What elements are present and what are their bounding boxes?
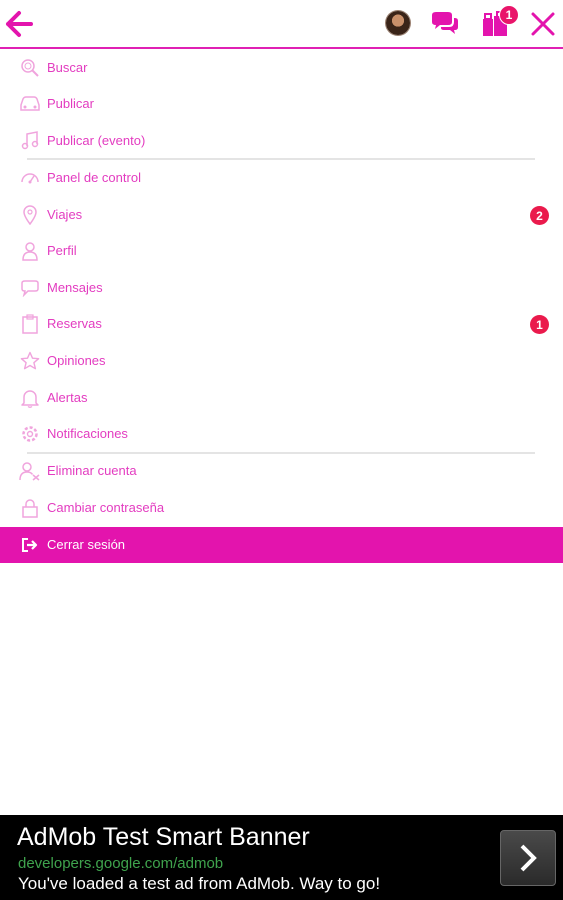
messages-button[interactable] xyxy=(430,10,460,38)
user-remove-icon xyxy=(19,460,41,482)
star-icon xyxy=(19,350,41,372)
menu-label: Perfil xyxy=(47,243,77,258)
avatar[interactable] xyxy=(386,11,410,35)
clipboard-icon xyxy=(19,313,41,335)
menu-label: Mensajes xyxy=(47,280,103,295)
menu-item-buscar[interactable]: Buscar xyxy=(0,50,563,86)
menu-label: Viajes xyxy=(47,207,83,222)
menu-label: Notificaciones xyxy=(47,426,128,441)
location-pin-icon xyxy=(19,204,41,226)
ad-open-button[interactable] xyxy=(500,830,556,886)
menu-item-publicar[interactable]: Publicar xyxy=(0,86,563,122)
music-icon xyxy=(19,130,41,152)
menu-item-notificaciones[interactable]: Notificaciones xyxy=(0,416,563,452)
menu-item-cambiar-contrasena[interactable]: Cambiar contraseña xyxy=(0,490,563,526)
car-icon xyxy=(19,93,41,115)
sign-out-icon xyxy=(19,534,41,556)
menu-item-panel-de-control[interactable]: Panel de control xyxy=(0,160,563,196)
menu-label: Opiniones xyxy=(47,353,106,368)
ad-url[interactable]: developers.google.com/admob xyxy=(18,855,223,872)
menu-item-alertas[interactable]: Alertas xyxy=(0,380,563,416)
user-icon xyxy=(19,240,41,262)
menu-item-cerrar-sesion[interactable]: Cerrar sesión xyxy=(0,527,563,563)
menu-label: Buscar xyxy=(47,60,88,75)
bell-icon xyxy=(19,387,41,409)
search-icon xyxy=(19,57,41,79)
menu-item-mensajes[interactable]: Mensajes xyxy=(0,270,563,306)
menu-item-eliminar-cuenta[interactable]: Eliminar cuenta xyxy=(0,453,563,489)
menu-label: Eliminar cuenta xyxy=(47,463,137,478)
menu-label: Alertas xyxy=(47,390,88,405)
close-icon xyxy=(531,12,555,36)
reservations-count-badge: 1 xyxy=(530,315,549,334)
menu-label: Cambiar contraseña xyxy=(47,500,165,515)
menu-item-perfil[interactable]: Perfil xyxy=(0,233,563,269)
chat-bubbles-icon xyxy=(432,12,458,34)
bookings-badge: 1 xyxy=(499,5,519,25)
gear-icon xyxy=(19,423,41,445)
trips-count-badge: 2 xyxy=(530,206,549,225)
menu-item-reservas[interactable]: Reservas 1 xyxy=(0,306,563,342)
menu-label: Publicar (evento) xyxy=(47,133,146,148)
ad-banner[interactable]: AdMob Test Smart Banner developers.googl… xyxy=(0,815,563,900)
chevron-right-icon xyxy=(520,844,537,872)
menu-label: Cerrar sesión xyxy=(47,537,126,552)
menu-item-opiniones[interactable]: Opiniones xyxy=(0,343,563,379)
menu-label: Publicar xyxy=(47,96,94,111)
menu-item-viajes[interactable]: Viajes 2 xyxy=(0,197,563,233)
lock-icon xyxy=(19,497,41,519)
top-bar: 1 xyxy=(0,0,563,49)
menu-item-publicar-evento[interactable]: Publicar (evento) xyxy=(0,123,563,159)
back-button[interactable] xyxy=(4,9,34,39)
arrow-left-icon xyxy=(6,11,33,37)
close-button[interactable] xyxy=(528,9,558,39)
dashboard-icon xyxy=(19,167,41,189)
menu-label: Panel de control xyxy=(47,170,141,185)
chat-icon xyxy=(19,277,41,299)
menu-label: Reservas xyxy=(47,316,102,331)
ad-description: You've loaded a test ad from AdMob. Way … xyxy=(18,874,381,893)
ad-title: AdMob Test Smart Banner xyxy=(17,823,310,851)
